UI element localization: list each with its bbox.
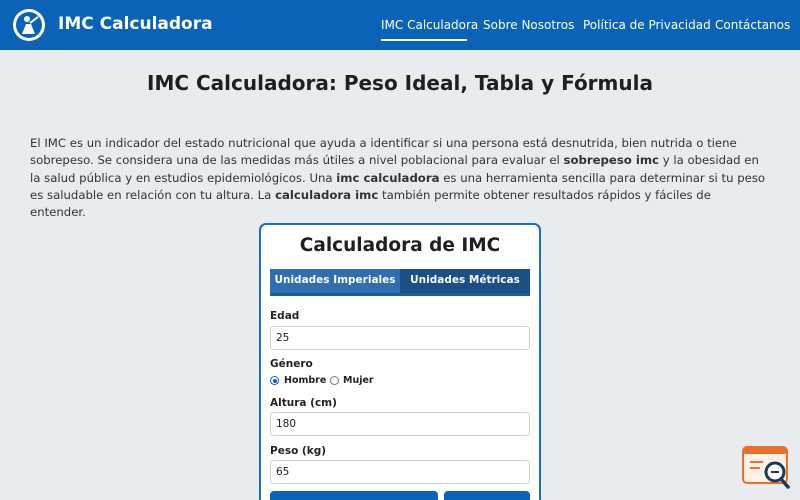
calculator-title: Calculadora de IMC (299, 235, 501, 256)
gender-radio-mujer[interactable] (330, 376, 339, 385)
nav-politica-privacidad[interactable]: Política de Privacidad (583, 18, 711, 32)
tab-imperial-units[interactable]: Unidades Imperiales (270, 269, 400, 294)
nav-active-indicator (381, 39, 467, 41)
gender-radio-hombre[interactable] (270, 376, 279, 385)
intro-paragraph: El IMC es un indicador del estado nutric… (30, 136, 766, 220)
clear-button[interactable]: Limpiar (444, 491, 530, 500)
nav-imc-calculadora[interactable]: IMC Calculadora (381, 18, 478, 32)
gender-label: Género (270, 358, 313, 370)
age-input[interactable]: 25 (270, 326, 530, 350)
keyword-calculadora-imc: calculadora imc (275, 187, 379, 202)
age-label: Edad (270, 310, 300, 322)
page-title: IMC Calculadora: Peso Ideal, Tabla y Fór… (147, 71, 653, 95)
logo-icon[interactable] (12, 8, 46, 42)
brand-title[interactable]: IMC Calculadora (58, 14, 213, 34)
keyword-sobrepeso: sobrepeso imc (563, 153, 659, 168)
calculator-card: Calculadora de IMC Unidades Imperiales U… (259, 223, 541, 500)
gender-option-hombre[interactable]: Hombre (284, 375, 326, 386)
nav-sobre-nosotros[interactable]: Sobre Nosotros (483, 18, 574, 32)
nav-contactanos[interactable]: Contáctanos (715, 18, 790, 32)
keyword-imc-calculadora: imc calculadora (336, 170, 440, 185)
tab-metric-units[interactable]: Unidades Métricas (400, 269, 530, 294)
calculate-button[interactable]: Calcular (270, 491, 438, 500)
navbar: IMC Calculadora IMC Calculadora Sobre No… (0, 0, 800, 50)
weight-input[interactable]: 65 (270, 460, 530, 484)
weight-label: Peso (kg) (270, 445, 327, 457)
tab-underline (270, 293, 530, 296)
height-label: Altura (cm) (270, 397, 337, 409)
height-input[interactable]: 180 (270, 412, 530, 436)
chat-search-icon[interactable] (741, 445, 791, 489)
gender-option-mujer[interactable]: Mujer (343, 375, 374, 386)
